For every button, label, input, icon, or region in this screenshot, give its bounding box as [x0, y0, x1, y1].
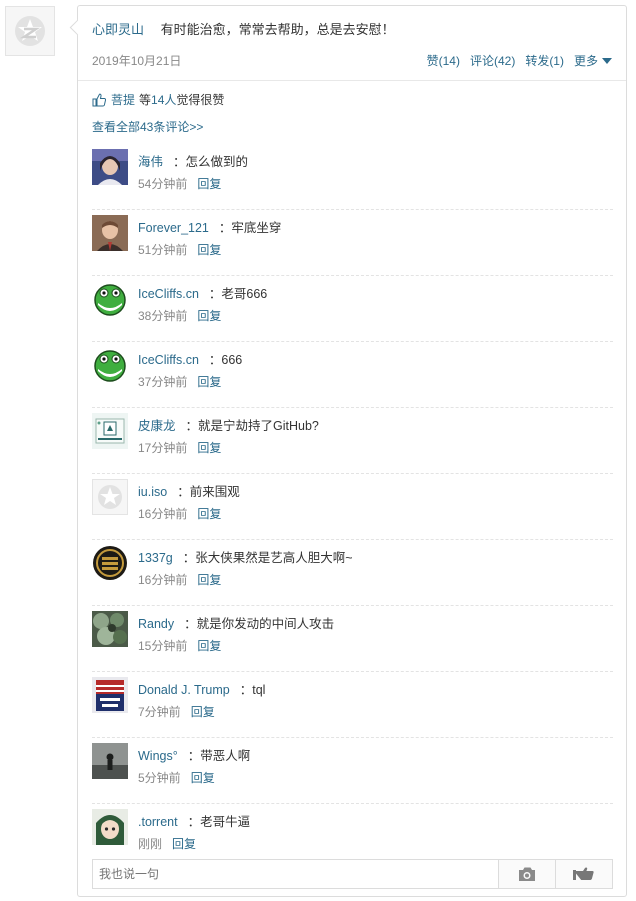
- commenter-name-link[interactable]: Randy: [138, 617, 174, 631]
- comment-item: IceCliffs.cn ：老哥666 38分钟前 回复: [92, 276, 613, 342]
- likes-summary: 菩提 等 14人 觉得很赞: [92, 91, 224, 108]
- comment-item: Forever_121 ：牢底坐穿 51分钟前 回复: [92, 210, 613, 276]
- more-label: 更多: [573, 54, 598, 68]
- comment-button[interactable]: 评论(42): [470, 52, 515, 69]
- anime-avatar[interactable]: [92, 809, 128, 845]
- reply-link[interactable]: 回复: [197, 573, 221, 587]
- comment-time: 15分钟前: [138, 639, 188, 653]
- comment-item: Randy ：就是你发动的中间人攻击 15分钟前 回复: [92, 606, 613, 672]
- comment-text: ：老哥666: [208, 287, 268, 301]
- comment-item: Wings° ：带恶人啊 5分钟前 回复: [92, 738, 613, 804]
- comment-time: 16分钟前: [138, 573, 188, 587]
- send-button[interactable]: [555, 860, 612, 888]
- coin-avatar[interactable]: [92, 545, 128, 581]
- comment-text: ：怎么做到的: [173, 155, 249, 169]
- comment-list: 海伟 ：怎么做到的 54分钟前 回复 Forever_121 ：牢底坐穿 51分钟前回…: [92, 144, 613, 870]
- comment-text: ：666: [208, 353, 243, 367]
- poster-avatar[interactable]: [5, 6, 55, 56]
- comment-text: ：tql: [239, 683, 266, 697]
- repost-button[interactable]: 转发(1): [525, 52, 564, 69]
- camera-icon: [519, 867, 535, 881]
- liker-link[interactable]: 菩提: [111, 91, 135, 108]
- likes-prefix: 等: [139, 93, 152, 107]
- comment-text: ：带恶人啊: [187, 749, 251, 763]
- comment-text: ：牢底坐穿: [218, 221, 282, 235]
- comment-time: 17分钟前: [138, 441, 188, 455]
- commenter-name-link[interactable]: 1337g: [138, 551, 173, 565]
- commenter-name-link[interactable]: .torrent: [138, 815, 178, 829]
- view-all-comments-link[interactable]: 查看全部43条评论>>: [92, 118, 203, 135]
- comment-time: 37分钟前: [138, 375, 188, 389]
- photo-button[interactable]: [498, 860, 555, 888]
- reply-link[interactable]: 回复: [172, 837, 196, 851]
- commenter-name-link[interactable]: IceCliffs.cn: [138, 287, 199, 301]
- comment-item: iu.iso ：前来围观 16分钟前 回复: [92, 474, 613, 540]
- commenter-name-link[interactable]: 海伟: [138, 155, 163, 169]
- comment-input[interactable]: [93, 860, 498, 888]
- comment-text: ：前来围观: [177, 485, 240, 499]
- comment-item: 海伟 ：怎么做到的 54分钟前 回复: [92, 144, 613, 210]
- reply-link[interactable]: 回复: [197, 309, 221, 323]
- likes-count-link[interactable]: 14人: [151, 91, 176, 108]
- comment-item: Donald J. Trump ：tql 7分钟前 回复: [92, 672, 613, 738]
- comment-time: 刚刚: [138, 837, 163, 851]
- default-avatar-icon: [15, 16, 45, 46]
- pointing-hand-icon: [573, 867, 594, 880]
- comment-text: ：就是你发动的中间人攻击: [184, 617, 335, 631]
- green-creature-avatar[interactable]: [92, 347, 128, 383]
- comment-composer: [92, 859, 613, 889]
- comment-text: ：就是宁劫持了GitHub?: [185, 419, 319, 433]
- reply-link[interactable]: 回复: [197, 375, 221, 389]
- reply-link[interactable]: 回复: [197, 507, 221, 521]
- reply-link[interactable]: 回复: [191, 771, 215, 785]
- comment-time: 54分钟前: [138, 177, 188, 191]
- flag-avatar[interactable]: [92, 677, 128, 713]
- comment-time: 51分钟前: [138, 243, 188, 257]
- comment-time: 7分钟前: [138, 705, 181, 719]
- reply-link[interactable]: 回复: [191, 705, 215, 719]
- portrait-avatar[interactable]: [92, 149, 128, 185]
- comment-text: ：张大侠果然是艺高人胆大啊~: [182, 551, 353, 565]
- reply-link[interactable]: 回复: [197, 441, 221, 455]
- like-button[interactable]: 赞(14): [427, 52, 460, 69]
- commenter-name-link[interactable]: IceCliffs.cn: [138, 353, 199, 367]
- comment-time: 16分钟前: [138, 507, 188, 521]
- commenter-name-link[interactable]: Forever_121: [138, 221, 209, 235]
- comment-item: 皮康龙 ：就是宁劫持了GitHub? 17分钟前 回复: [92, 408, 613, 474]
- post-text: 有时能治愈，常常去帮助，总是去安慰！: [160, 22, 395, 37]
- comment-time: 38分钟前: [138, 309, 188, 323]
- divider: [78, 80, 626, 81]
- post-card: 心即灵山 有时能治愈，常常去帮助，总是去安慰！ 2019年10月21日 赞(14…: [69, 5, 627, 897]
- commenter-name-link[interactable]: Wings°: [138, 749, 178, 763]
- comment-text: ：老哥牛逼: [187, 815, 251, 829]
- reply-link[interactable]: 回复: [197, 243, 221, 257]
- default-avatar-icon: [93, 480, 127, 514]
- leaves-avatar[interactable]: [92, 611, 128, 647]
- commenter-name-link[interactable]: Donald J. Trump: [138, 683, 230, 697]
- post-header: 心即灵山 有时能治愈，常常去帮助，总是去安慰！: [92, 19, 395, 38]
- default-avatar[interactable]: [92, 479, 128, 515]
- comment-item: 1337g ：张大侠果然是艺高人胆大啊~ 16分钟前 回复: [92, 540, 613, 606]
- post-date: 2019年10月21日: [92, 54, 182, 68]
- silhouette-avatar[interactable]: [92, 743, 128, 779]
- green-creature-avatar[interactable]: [92, 281, 128, 317]
- comment-item: IceCliffs.cn ：666 37分钟前 回复: [92, 342, 613, 408]
- reply-link[interactable]: 回复: [197, 639, 221, 653]
- card-avatar[interactable]: [92, 413, 128, 449]
- caret-down-icon: [602, 58, 612, 64]
- likes-suffix: 觉得很赞: [176, 93, 225, 107]
- comment-time: 5分钟前: [138, 771, 181, 785]
- commenter-name-link[interactable]: 皮康龙: [138, 419, 176, 433]
- commenter-name-link[interactable]: iu.iso: [138, 485, 167, 499]
- post-actions: 赞(14) 评论(42) 转发(1) 更多: [427, 52, 612, 69]
- post-author-link[interactable]: 心即灵山: [92, 22, 144, 37]
- thumbs-up-icon: [92, 93, 106, 106]
- card-pointer: [69, 19, 86, 36]
- reply-link[interactable]: 回复: [197, 177, 221, 191]
- more-button[interactable]: 更多: [574, 52, 612, 69]
- portrait-avatar[interactable]: [92, 215, 128, 251]
